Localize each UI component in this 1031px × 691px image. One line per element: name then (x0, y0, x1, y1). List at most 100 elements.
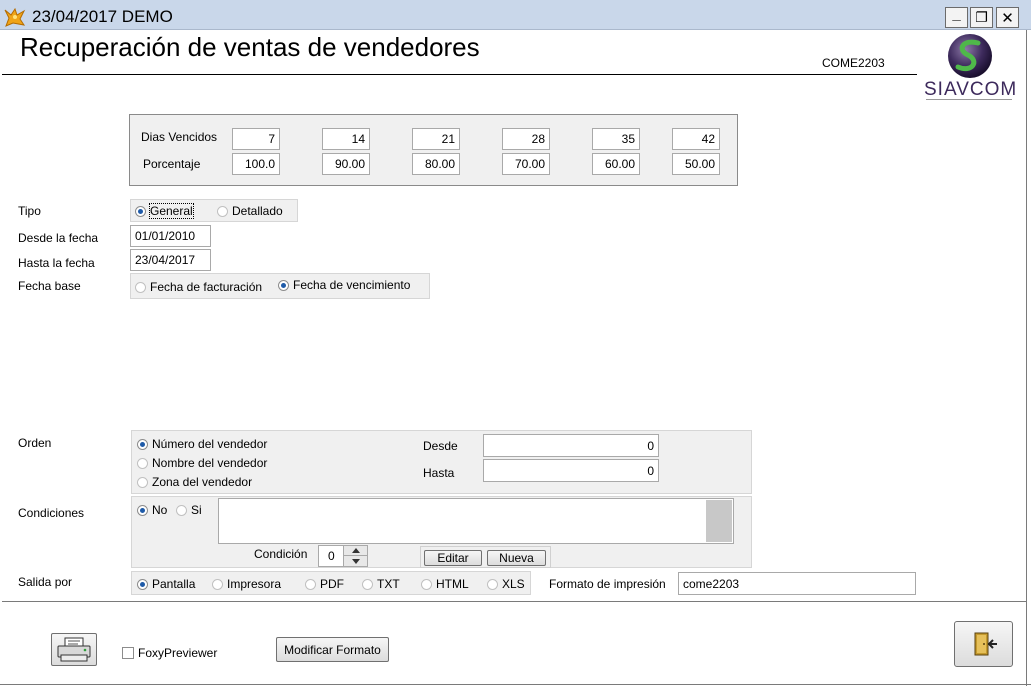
radio-label: Si (191, 503, 202, 517)
tipo-option-detallado[interactable]: Detallado (217, 204, 283, 218)
print-button[interactable] (51, 633, 97, 666)
radio-label: TXT (377, 577, 400, 591)
porcentaje-field[interactable]: 100.0 (232, 153, 280, 175)
salida-option-txt[interactable]: TXT (362, 577, 400, 591)
salida-option-xls[interactable]: XLS (487, 577, 525, 591)
restore-button[interactable]: ❐ (970, 7, 993, 28)
salida-label: Salida por (18, 575, 73, 589)
radio-unselected-icon (487, 578, 498, 590)
radio-unselected-icon (176, 504, 187, 516)
radio-selected-icon (137, 504, 148, 516)
fecha-base-option-facturacion[interactable]: Fecha de facturación (135, 280, 262, 294)
logo-text: SIAVCOM (924, 79, 1018, 100)
porcentaje-field[interactable]: 70.00 (502, 153, 550, 175)
dias-field[interactable]: 42 (672, 128, 720, 150)
chevron-up-icon (351, 548, 360, 553)
close-icon: ✕ (1001, 9, 1014, 27)
porcentaje-field[interactable]: 90.00 (322, 153, 370, 175)
dias-field[interactable]: 35 (592, 128, 640, 150)
dias-field[interactable]: 14 (322, 128, 370, 150)
fecha-base-option-vencimiento[interactable]: Fecha de vencimiento (278, 278, 410, 292)
restore-icon: ❐ (975, 9, 988, 25)
porcentaje-field[interactable]: 60.00 (592, 153, 640, 175)
page-title: Recuperación de ventas de vendedores (20, 32, 480, 62)
fecha-base-label: Fecha base (18, 279, 81, 293)
editar-button[interactable]: Editar (424, 550, 482, 566)
exit-button[interactable] (954, 621, 1013, 667)
salida-option-html[interactable]: HTML (421, 577, 469, 591)
window-title: 23/04/2017 DEMO (32, 7, 173, 26)
radio-unselected-icon (137, 457, 148, 469)
nueva-button[interactable]: Nueva (487, 550, 546, 566)
condiciones-option-si[interactable]: Si (176, 503, 202, 517)
salida-option-pantalla[interactable]: Pantalla (137, 577, 195, 591)
section-divider (2, 601, 1027, 602)
app-fox-icon (4, 7, 26, 27)
orden-option-numero[interactable]: Número del vendedor (137, 437, 267, 451)
orden-hasta-label: Hasta (423, 466, 455, 480)
radio-label: HTML (436, 577, 469, 591)
dias-field[interactable]: 7 (232, 128, 280, 150)
siavcom-logo: SIAVCOM (920, 33, 1020, 101)
radio-selected-icon (135, 205, 146, 217)
porcentaje-label: Porcentaje (143, 157, 201, 171)
orden-hasta-input[interactable]: 0 (483, 459, 659, 482)
window-right-border (1026, 30, 1027, 686)
radio-label: Fecha de facturación (150, 280, 263, 294)
condiciones-textarea[interactable] (218, 498, 734, 544)
condiciones-label: Condiciones (18, 506, 85, 520)
porcentaje-field[interactable]: 80.00 (412, 153, 460, 175)
minimize-icon: _ (952, 6, 961, 23)
logo-underline (926, 99, 1012, 100)
tipo-label: Tipo (18, 204, 41, 218)
chevron-down-icon (351, 558, 360, 564)
foxy-previewer-checkbox[interactable]: FoxyPreviewer (122, 646, 217, 660)
spinner-up-button[interactable] (343, 546, 367, 556)
radio-selected-icon (137, 438, 148, 450)
orden-option-nombre[interactable]: Nombre del vendedor (137, 456, 267, 470)
condicion-label: Condición (254, 547, 308, 561)
radio-label: Fecha de vencimiento (293, 278, 411, 292)
desde-fecha-input[interactable]: 01/01/2010 (130, 225, 211, 247)
spinner-down-button[interactable] (343, 556, 367, 566)
radio-label: Impresora (227, 577, 282, 591)
radio-unselected-icon (217, 205, 228, 217)
window-bottom-border (0, 684, 1031, 685)
condiciones-scrollbar[interactable] (706, 500, 732, 542)
dias-field[interactable]: 28 (502, 128, 550, 150)
orden-desde-input[interactable]: 0 (483, 434, 659, 457)
formato-impresion-label: Formato de impresión (549, 577, 666, 591)
condiciones-option-no[interactable]: No (137, 503, 167, 517)
radio-label: General (149, 203, 194, 219)
modificar-formato-button[interactable]: Modificar Formato (276, 637, 389, 662)
close-button[interactable]: ✕ (996, 7, 1019, 28)
formato-impresion-input[interactable]: come2203 (678, 572, 916, 595)
title-bar: 23/04/2017 DEMO _ ❐ ✕ (0, 0, 1031, 30)
checkbox-label: FoxyPreviewer (138, 646, 218, 660)
radio-selected-icon (278, 279, 289, 291)
checkbox-icon (122, 647, 134, 659)
radio-label: Pantalla (152, 577, 196, 591)
minimize-button[interactable]: _ (945, 6, 968, 28)
radio-label: Nombre del vendedor (152, 456, 268, 470)
title-divider (2, 74, 917, 75)
dias-vencidos-panel (129, 114, 738, 186)
orden-label: Orden (18, 436, 52, 450)
radio-unselected-icon (212, 578, 223, 590)
condicion-value: 0 (328, 549, 335, 563)
salida-option-pdf[interactable]: PDF (305, 577, 344, 591)
radio-label: Zona del vendedor (152, 475, 253, 489)
dias-field[interactable]: 21 (412, 128, 460, 150)
radio-unselected-icon (421, 578, 432, 590)
orden-desde-label: Desde (423, 439, 458, 453)
porcentaje-field[interactable]: 50.00 (672, 153, 720, 175)
hasta-fecha-label: Hasta la fecha (18, 256, 95, 270)
printer-icon (57, 637, 91, 661)
hasta-fecha-input[interactable]: 23/04/2017 (130, 249, 211, 271)
orden-option-zona[interactable]: Zona del vendedor (137, 475, 252, 489)
tipo-option-general[interactable]: General (135, 203, 194, 219)
dias-vencidos-label: Dias Vencidos (141, 130, 218, 144)
salida-option-impresora[interactable]: Impresora (212, 577, 281, 591)
desde-fecha-label: Desde la fecha (18, 231, 99, 245)
exit-door-icon (974, 632, 997, 656)
